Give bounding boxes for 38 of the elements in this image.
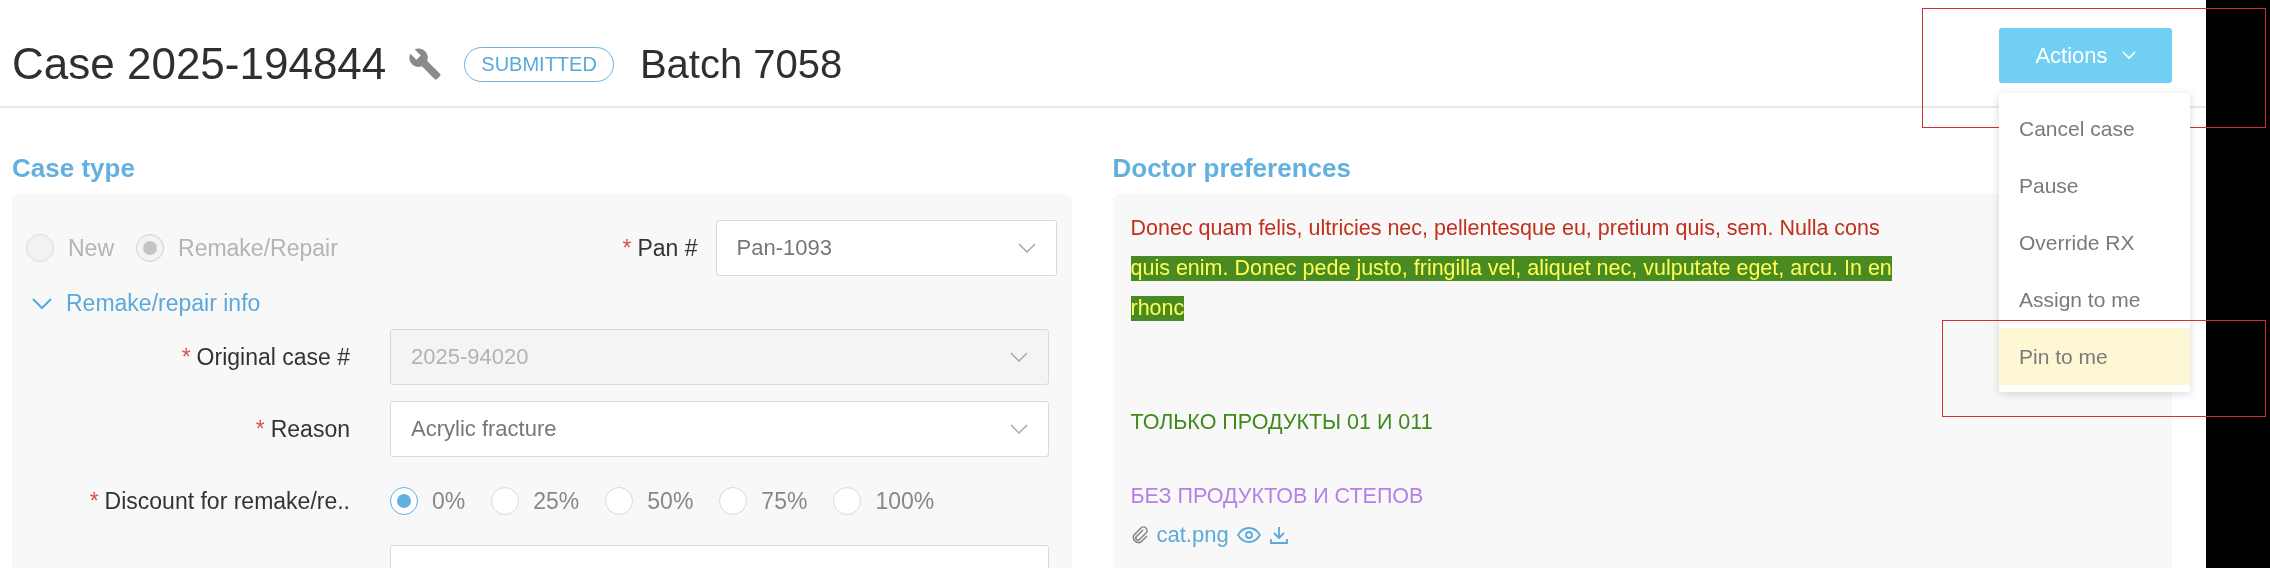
chevron-down-icon	[1010, 424, 1028, 434]
chevron-down-icon	[1010, 352, 1028, 362]
note-text: БЕЗ ПРОДУКТОВ И СТЕПОВ	[1130, 483, 1424, 509]
field-label: Discount for remake/re..	[104, 487, 350, 514]
download-icon[interactable]	[1268, 525, 1289, 545]
radio-label: 100%	[875, 487, 935, 515]
menu-item[interactable]: Cancel case	[1999, 100, 2190, 157]
radio-label: 50%	[647, 487, 694, 515]
section-heading: Case type	[12, 152, 136, 184]
menu-item[interactable]: Pause	[1999, 157, 2190, 214]
wrench-icon[interactable]	[408, 47, 443, 81]
radio-label: 0%	[432, 487, 466, 515]
section-heading: Doctor preferences	[1112, 152, 1352, 184]
radio-label: 75%	[761, 487, 808, 515]
field-label: Reason	[270, 415, 350, 442]
radio-label: 25%	[533, 487, 580, 515]
batch-number: Batch 7058	[639, 41, 843, 87]
paperclip-icon	[1130, 525, 1149, 545]
radio-label: Remake/Repair	[178, 234, 338, 262]
eye-icon[interactable]	[1236, 526, 1261, 544]
required-mark: *	[255, 415, 265, 442]
radio-label: New	[68, 234, 114, 262]
required-mark: *	[181, 343, 191, 370]
required-mark: *	[622, 234, 632, 261]
field-label: Original case #	[196, 343, 350, 370]
highlighted-text: quis enim. Donec pede justo, fringilla vel, aliquet nec, vulputate eget, arcu. In en	[1130, 255, 1892, 281]
required-mark: *	[89, 487, 99, 514]
menu-item[interactable]: Assign to me	[1999, 271, 2190, 328]
field-label: Pan #	[637, 234, 698, 261]
note-text: Donec quam felis, ultricies nec, pellentesque eu, pretium quis, sem. Nulla cons	[1130, 215, 1880, 241]
case-title: Case 2025-194844	[12, 39, 387, 89]
highlighted-text: rhonc	[1130, 295, 1185, 321]
attachment-link[interactable]: cat.png	[1156, 522, 1229, 548]
menu-item[interactable]: Override RX	[1999, 214, 2190, 271]
menu-item[interactable]: Pin to me	[1999, 328, 2190, 385]
chevron-down-icon	[1017, 243, 1036, 253]
note-text: ТОЛЬКО ПРОДУКТЫ 01 И 011	[1130, 409, 1433, 435]
chevron-down-icon	[2121, 51, 2136, 60]
